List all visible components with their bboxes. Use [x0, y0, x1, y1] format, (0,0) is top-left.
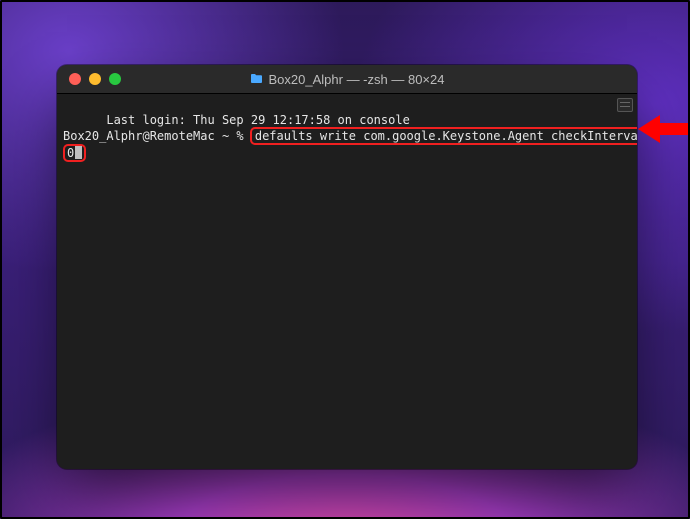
- shell-prompt: Box20_Alphr@RemoteMac ~ %: [63, 129, 251, 143]
- desktop-wallpaper: Box20_Alphr — -zsh — 80×24 Last login: T…: [0, 0, 690, 519]
- terminal-body[interactable]: Last login: Thu Sep 29 12:17:58 on conso…: [57, 94, 637, 469]
- window-title-text: Box20_Alphr — -zsh — 80×24: [269, 72, 445, 87]
- folder-icon: [250, 73, 263, 87]
- terminal-cursor: [75, 146, 82, 159]
- command-highlight-1: defaults write com.google.Keystone.Agent…: [250, 127, 637, 145]
- terminal-window: Box20_Alphr — -zsh — 80×24 Last login: T…: [57, 65, 637, 469]
- zoom-icon[interactable]: [109, 73, 121, 85]
- window-title: Box20_Alphr — -zsh — 80×24: [57, 72, 637, 87]
- command-highlight-2: 0: [63, 144, 86, 162]
- minimize-icon[interactable]: [89, 73, 101, 85]
- command-text-2: 0: [67, 146, 74, 160]
- command-text-1: defaults write com.google.Keystone.Agent…: [255, 129, 637, 143]
- close-icon[interactable]: [69, 73, 81, 85]
- last-login-line: Last login: Thu Sep 29 12:17:58 on conso…: [106, 113, 409, 127]
- window-titlebar[interactable]: Box20_Alphr — -zsh — 80×24: [57, 65, 637, 94]
- callout-arrow-icon: [638, 115, 688, 141]
- traffic-lights: [57, 73, 121, 85]
- scroll-indicator-icon: [617, 98, 633, 112]
